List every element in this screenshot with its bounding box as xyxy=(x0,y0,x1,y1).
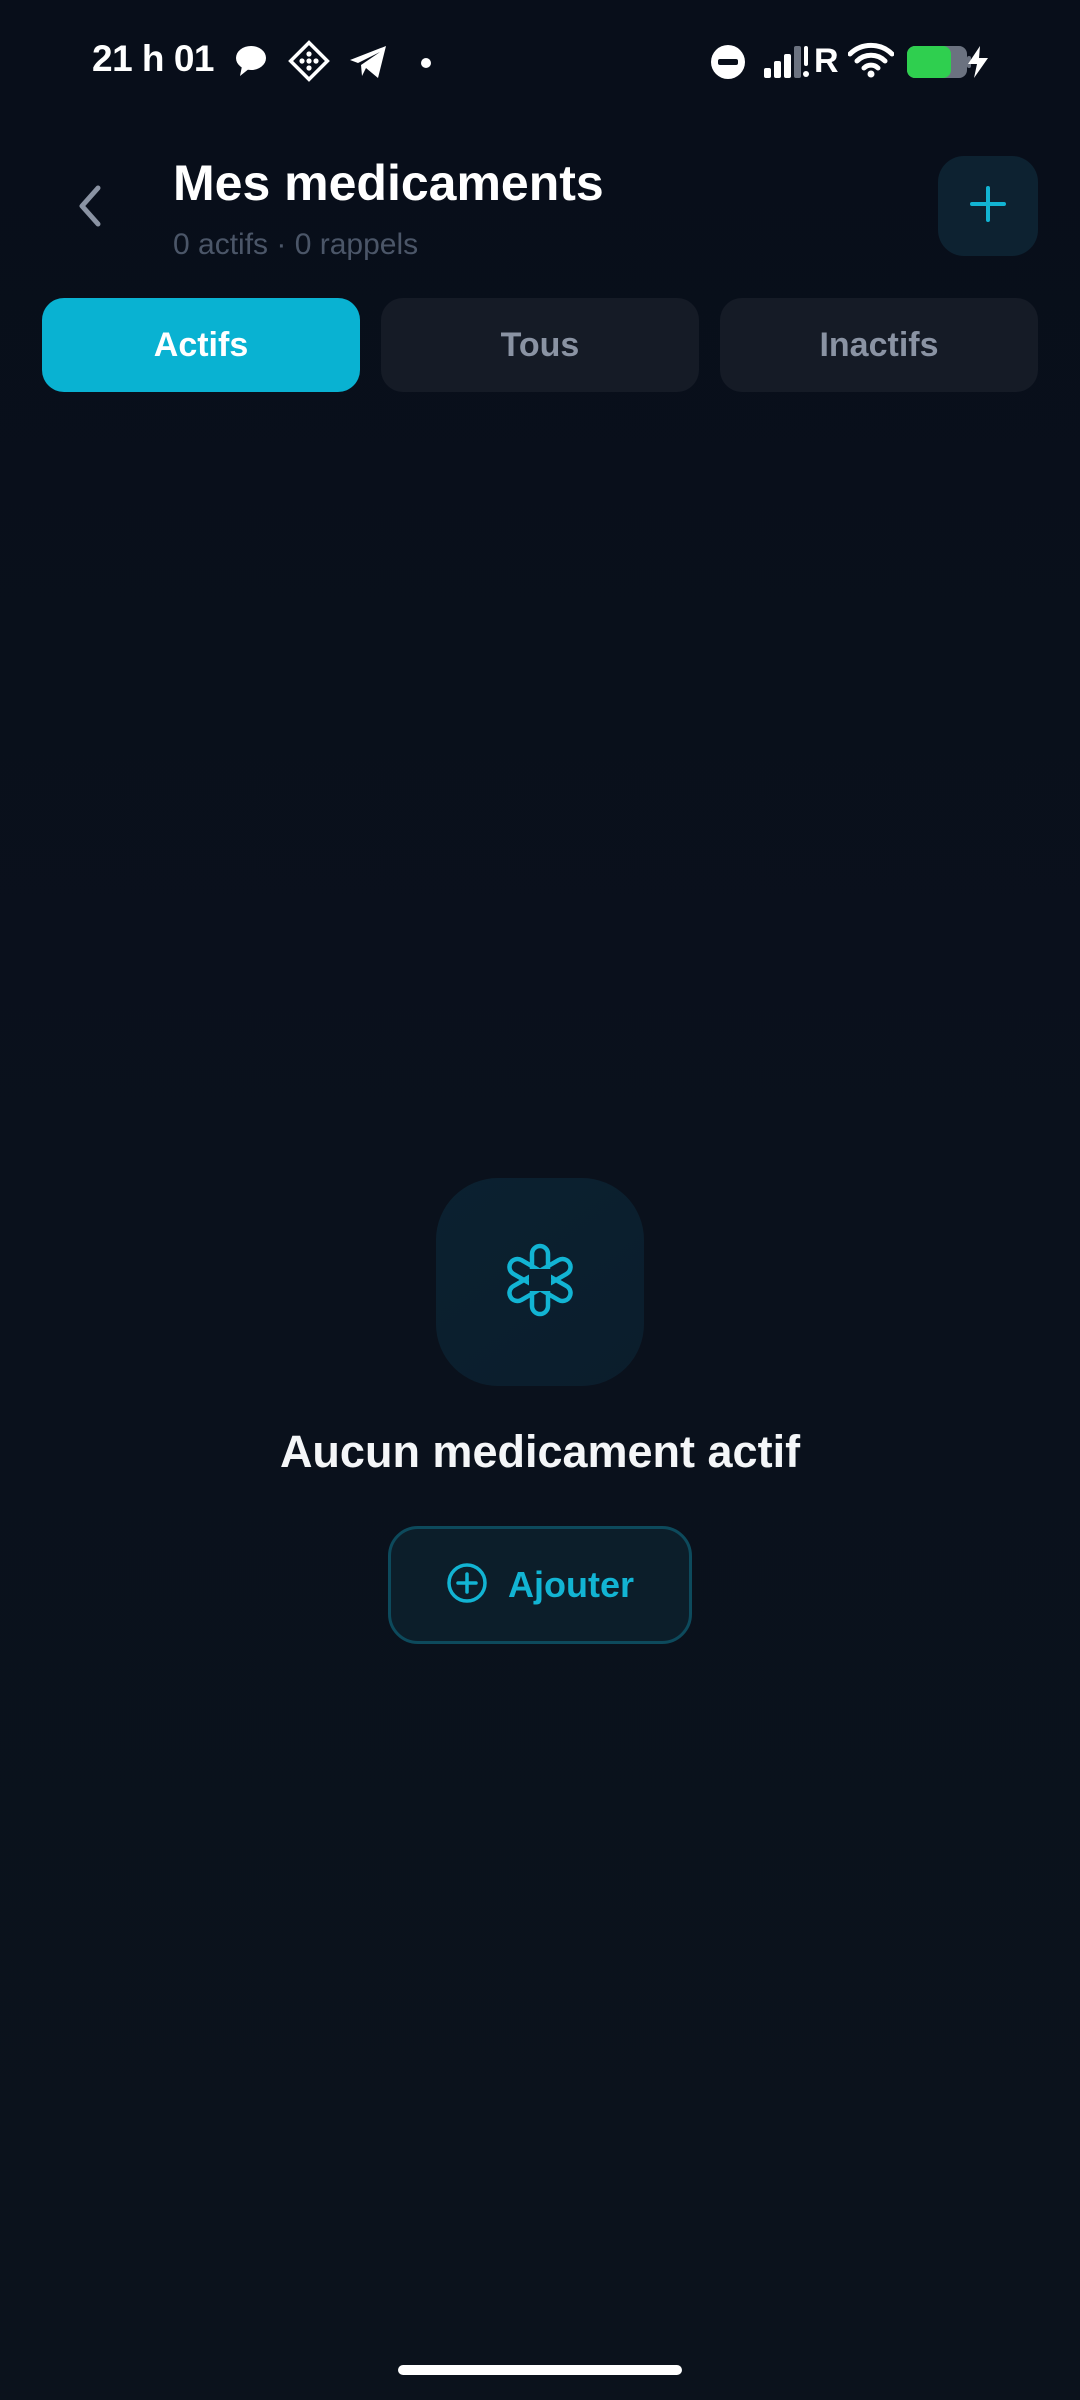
charging-bolt-icon xyxy=(966,44,990,85)
add-button-label: Ajouter xyxy=(508,1564,634,1605)
signal-icon xyxy=(764,44,812,85)
page-subtitle: 0 actifs · 0 rappels xyxy=(173,228,419,261)
home-indicator[interactable] xyxy=(398,2365,682,2375)
back-button[interactable] xyxy=(62,176,118,240)
page-title: Mes medicaments xyxy=(173,155,604,211)
tab-inactifs[interactable]: Inactifs xyxy=(720,298,1038,392)
empty-state-icon-box xyxy=(436,1178,644,1386)
battery-icon xyxy=(906,44,972,85)
filter-tabs: Actifs Tous Inactifs xyxy=(42,298,1038,392)
notification-dot-icon xyxy=(420,56,432,74)
chevron-left-icon xyxy=(76,183,104,234)
chat-bubble-icon xyxy=(234,44,270,83)
do-not-disturb-icon xyxy=(710,44,746,85)
empty-state-title: Aucun medicament actif xyxy=(279,1426,801,1477)
crypto-app-icon xyxy=(288,40,330,87)
status-time: 21 h 01 xyxy=(92,38,214,79)
tab-actifs[interactable]: Actifs xyxy=(42,298,360,392)
plus-icon xyxy=(968,184,1008,229)
wifi-icon xyxy=(847,42,895,83)
telegram-icon xyxy=(348,44,388,85)
plus-circle-icon xyxy=(446,1562,488,1609)
status-bar: 21 h 01 R xyxy=(0,0,1080,120)
tab-tous[interactable]: Tous xyxy=(381,298,699,392)
medical-asterisk-icon xyxy=(502,1242,578,1323)
add-button[interactable]: Ajouter xyxy=(388,1526,692,1644)
add-medication-button[interactable] xyxy=(938,156,1038,256)
header: Mes medicaments 0 actifs · 0 rappels xyxy=(0,140,1080,280)
network-label: R xyxy=(814,42,839,80)
